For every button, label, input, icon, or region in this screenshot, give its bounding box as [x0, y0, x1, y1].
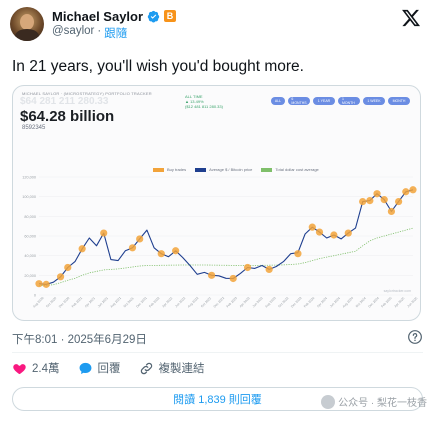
price-chart: 120,000100,00080,00060,00040,00020,0000A… [22, 176, 418, 309]
buy-point [128, 244, 137, 252]
buy-point [265, 265, 273, 274]
follow-button[interactable]: 跟隨 [104, 25, 127, 41]
x-tick-label: Aug 2021 [109, 296, 122, 309]
buy-point [402, 188, 410, 196]
y-tick-label: 100,000 [22, 195, 36, 199]
x-tick-label: Jun 2024 [329, 296, 341, 308]
reply-action[interactable]: 回覆 [78, 360, 121, 376]
x-tick-label: Oct 2022 [200, 296, 212, 308]
x-tick-label: Dec 2021 [135, 296, 148, 309]
x-tick-label: Dec 2023 [290, 296, 303, 309]
action-bar: 2.4萬 回覆 複製連結 [12, 359, 205, 377]
link-icon [140, 362, 152, 374]
buy-point [243, 263, 252, 272]
buy-point [42, 280, 50, 288]
y-tick-label: 0 [34, 294, 36, 298]
y-tick-label: 20,000 [24, 274, 36, 278]
buy-point [330, 231, 338, 239]
wechat-icon [321, 394, 336, 409]
chart-watermark: saylortracker.com [384, 289, 412, 293]
verified-badge-icon [147, 10, 160, 22]
handle[interactable]: @saylor [52, 25, 94, 41]
buy-point [229, 274, 237, 283]
divider [12, 352, 423, 353]
x-tick-label: Oct 2023 [277, 296, 289, 308]
copy-link-label: 複製連結 [158, 363, 205, 375]
buy-point [136, 235, 144, 243]
avatar[interactable] [10, 7, 44, 41]
tweet-text: In 21 years, you'll wish you'd bought mo… [12, 58, 304, 75]
x-tick-label: Jun 2025 [406, 296, 418, 308]
x-tick-label: Jun 2023 [251, 296, 263, 308]
buy-point [380, 196, 388, 204]
buy-point [35, 280, 43, 288]
buy-point [308, 223, 316, 231]
like-count: 2.4萬 [32, 363, 60, 375]
x-tick-label: Feb 2022 [148, 296, 161, 309]
buy-point [373, 190, 381, 198]
buy-point [78, 245, 86, 253]
name-row: Michael Saylor B [52, 8, 177, 24]
x-tick-label: Apr 2021 [84, 296, 96, 308]
copy-link-action[interactable]: 複製連結 [139, 360, 205, 376]
x-tick-label: Oct 2021 [123, 296, 135, 308]
display-name[interactable]: Michael Saylor [52, 9, 143, 24]
x-tick-label: Aug 2020 [32, 296, 45, 309]
buy-point [208, 271, 216, 279]
x-tick-label: Apr 2023 [239, 296, 251, 308]
x-tick-label: Dec 2020 [58, 296, 71, 309]
buy-point [56, 273, 65, 281]
buy-point [395, 197, 403, 206]
x-tick-label: Aug 2022 [187, 296, 200, 309]
series-avg-line [38, 227, 414, 287]
buy-point [172, 247, 180, 255]
x-logo-icon[interactable] [401, 8, 421, 28]
x-tick-label: Dec 2024 [367, 296, 380, 309]
x-tick-label: Jun 2022 [174, 296, 186, 308]
x-tick-label: Jun 2021 [97, 296, 109, 308]
buy-point [344, 229, 352, 237]
buy-point [157, 250, 165, 258]
buy-point [315, 228, 324, 236]
y-tick-label: 40,000 [24, 254, 36, 258]
help-icon[interactable] [407, 329, 423, 345]
separator: · [97, 25, 102, 37]
tweet-header: Michael Saylor B @saylor · 跟隨 [8, 6, 427, 42]
x-tick-label: Apr 2024 [316, 296, 328, 308]
x-tick-label: Feb 2023 [226, 296, 239, 309]
bitcoin-badge-icon: B [164, 10, 177, 22]
buy-point [359, 197, 367, 206]
buy-point [294, 250, 302, 258]
buy-point [366, 197, 374, 205]
x-tick-label: Oct 2020 [45, 296, 57, 308]
watermark-text: 公众号 · 梨花一枝香 [338, 398, 427, 409]
y-tick-label: 80,000 [24, 215, 36, 219]
wechat-watermark: 公众号 · 梨花一枝香 [321, 394, 427, 409]
buy-point [387, 207, 396, 216]
media-card[interactable]: MICHAEL SAYLOR · (MICROSTRATEGY) PORTFOL… [12, 85, 421, 321]
x-tick-label: Feb 2021 [71, 296, 84, 309]
tweet-timestamp[interactable]: 下午8:01 · 2025年6月29日 [12, 331, 147, 347]
like-action[interactable]: 2.4萬 [12, 360, 60, 376]
x-tick-label: Oct 2024 [355, 296, 367, 308]
x-tick-label: Feb 2025 [380, 296, 393, 309]
x-tick-label: Aug 2024 [342, 296, 355, 309]
buy-point [100, 229, 108, 237]
x-tick-label: Feb 2024 [303, 296, 316, 309]
y-tick-label: 120,000 [22, 176, 36, 180]
handle-row: @saylor · 跟隨 [52, 25, 127, 41]
reply-icon [79, 362, 91, 374]
x-tick-label: Apr 2025 [393, 296, 405, 308]
heart-icon [13, 363, 26, 374]
buy-point [64, 263, 72, 272]
x-tick-label: Aug 2023 [264, 296, 277, 309]
x-tick-label: Dec 2022 [213, 296, 226, 309]
x-tick-label: Apr 2022 [161, 296, 173, 308]
series-price-line [38, 189, 414, 285]
reply-label: 回覆 [97, 363, 121, 375]
buy-point [409, 186, 417, 194]
y-tick-label: 60,000 [24, 235, 36, 239]
